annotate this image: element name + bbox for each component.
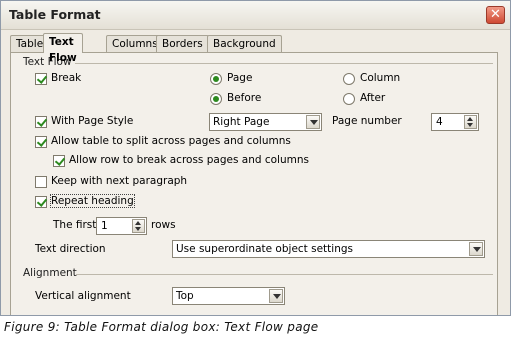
break-label: Break: [51, 72, 82, 84]
vertical-alignment-label: Vertical alignment: [35, 290, 131, 302]
text-direction-dropdown[interactable]: Use superordinate object settings: [172, 240, 485, 258]
allow-split-checkbox[interactable]: [35, 136, 47, 148]
alignment-group-label: Alignment: [23, 267, 77, 279]
tab-text-flow[interactable]: Text Flow: [43, 33, 83, 64]
after-radio[interactable]: [343, 93, 355, 105]
page-number-label: Page number: [332, 115, 402, 127]
text-flow-separator: [75, 63, 493, 64]
page-number-value: 4: [436, 116, 443, 128]
alignment-separator: [76, 274, 493, 275]
text-direction-label: Text direction: [35, 243, 106, 255]
keep-with-next-checkbox[interactable]: [35, 176, 47, 188]
the-first-label: The first: [53, 219, 97, 231]
allow-row-break-checkbox[interactable]: [53, 155, 65, 167]
break-checkbox[interactable]: [35, 73, 47, 85]
with-page-style-label: With Page Style: [51, 115, 134, 127]
chevron-down-icon[interactable]: [469, 242, 483, 256]
close-icon[interactable]: ✕: [486, 6, 505, 24]
vertical-alignment-value: Top: [176, 290, 194, 302]
title-bar[interactable]: Table Format ✕: [1, 1, 510, 30]
tab-borders[interactable]: Borders: [156, 35, 209, 52]
vertical-alignment-dropdown[interactable]: Top: [172, 287, 285, 305]
repeat-rows-spinner[interactable]: 1: [96, 217, 147, 235]
page-number-spinner[interactable]: 4: [431, 113, 479, 131]
after-radio-label: After: [360, 92, 386, 104]
spin-buttons-icon[interactable]: [132, 219, 145, 233]
keep-with-next-label: Keep with next paragraph: [51, 175, 188, 187]
tab-background[interactable]: Background: [207, 35, 282, 52]
table-format-dialog: Table Format ✕ Table Text Flow Columns B…: [0, 0, 511, 316]
rows-label: rows: [151, 219, 176, 231]
page-style-value: Right Page: [213, 116, 270, 128]
chevron-down-icon[interactable]: [306, 115, 320, 129]
figure-caption: Figure 9: Table Format dialog box: Text …: [4, 320, 319, 334]
before-radio-label: Before: [227, 92, 262, 104]
spin-buttons-icon[interactable]: [464, 115, 477, 129]
column-radio[interactable]: [343, 73, 355, 85]
column-radio-label: Column: [360, 72, 401, 84]
chevron-down-icon[interactable]: [269, 289, 283, 303]
page-radio-label: Page: [227, 72, 253, 84]
page-style-dropdown[interactable]: Right Page: [209, 113, 322, 131]
repeat-heading-label: Repeat heading: [50, 194, 135, 208]
with-page-style-checkbox[interactable]: [35, 116, 47, 128]
text-direction-value: Use superordinate object settings: [176, 243, 353, 255]
repeat-heading-checkbox[interactable]: [35, 196, 47, 208]
allow-row-break-label: Allow row to break across pages and colu…: [69, 154, 309, 166]
allow-split-label: Allow table to split across pages and co…: [51, 135, 291, 147]
dialog-title: Table Format: [9, 7, 101, 22]
page-radio[interactable]: [210, 73, 222, 85]
before-radio[interactable]: [210, 93, 222, 105]
repeat-rows-value: 1: [101, 220, 108, 232]
